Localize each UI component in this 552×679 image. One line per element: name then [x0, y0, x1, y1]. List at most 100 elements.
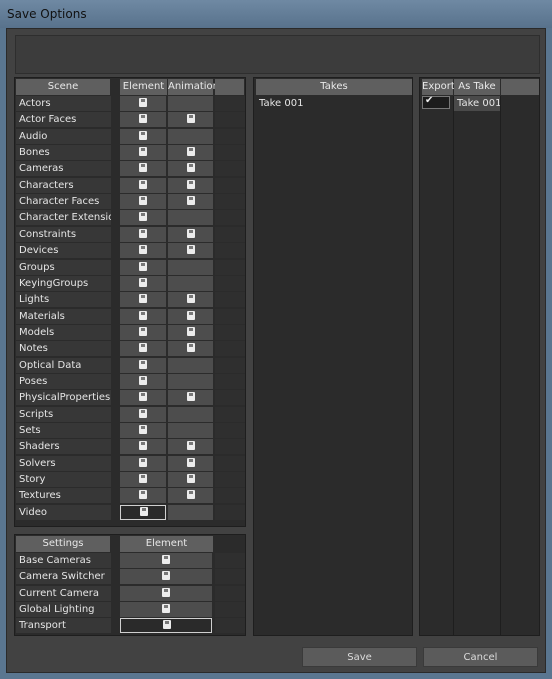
save-file-icon: [187, 229, 195, 238]
save-file-icon: [187, 343, 195, 352]
scene-extra-cell: [215, 325, 245, 340]
settings-element-cell[interactable]: [120, 618, 212, 633]
scene-animation-cell[interactable]: [168, 243, 213, 258]
take-item[interactable]: Take 001: [256, 96, 412, 111]
scene-element-cell[interactable]: [120, 358, 166, 373]
scene-row-label: Story: [16, 472, 111, 487]
scene-animation-cell[interactable]: [168, 390, 213, 405]
scene-element-cell[interactable]: [120, 129, 166, 144]
scene-animation-cell[interactable]: [168, 456, 213, 471]
settings-header: Settings: [16, 536, 111, 552]
scene-element-cell[interactable]: [120, 112, 166, 127]
save-button[interactable]: Save: [302, 647, 417, 667]
scene-element-cell[interactable]: [120, 488, 166, 503]
scene-element-cell[interactable]: [120, 194, 166, 209]
scene-animation-cell[interactable]: [168, 276, 213, 291]
scene-element-cell[interactable]: [120, 210, 166, 225]
settings-element-cell[interactable]: [120, 586, 212, 601]
save-file-icon: [140, 507, 148, 516]
scene-element-cell[interactable]: [120, 178, 166, 193]
check-icon: ✔: [425, 95, 434, 106]
settings-element-cell[interactable]: [120, 569, 212, 584]
scene-row-label: Solvers: [16, 456, 111, 471]
scene-row-label: Textures: [16, 488, 111, 503]
scene-element-cell[interactable]: [120, 472, 166, 487]
scene-animation-cell[interactable]: [168, 309, 213, 324]
scene-animation-cell[interactable]: [168, 145, 213, 160]
settings-extra-cell: [215, 569, 245, 584]
scene-animation-cell[interactable]: [168, 129, 213, 144]
save-file-icon: [139, 229, 147, 238]
scene-animation-cell[interactable]: [168, 292, 213, 307]
scene-panel: Scene Element Animation Actors Actor Face…: [14, 77, 246, 527]
scene-element-cell[interactable]: [120, 439, 166, 454]
scene-animation-cell[interactable]: [168, 178, 213, 193]
scene-element-cell[interactable]: [120, 96, 166, 111]
scene-animation-cell[interactable]: [168, 423, 213, 438]
scene-animation-cell[interactable]: [168, 472, 213, 487]
scene-animation-cell[interactable]: [168, 227, 213, 242]
scene-element-cell[interactable]: [120, 243, 166, 258]
scene-row-label: Character Faces: [16, 194, 111, 209]
scene-extra-cell: [215, 456, 245, 471]
scene-element-cell[interactable]: [120, 390, 166, 405]
extra-column-header: [215, 79, 245, 95]
save-file-icon: [187, 294, 195, 303]
scene-animation-cell[interactable]: [168, 407, 213, 422]
scene-animation-cell[interactable]: [168, 341, 213, 356]
scene-row-label: Devices: [16, 243, 111, 258]
scene-element-cell[interactable]: [120, 325, 166, 340]
scene-element-cell[interactable]: [120, 505, 166, 520]
scene-animation-cell[interactable]: [168, 260, 213, 275]
scene-animation-cell[interactable]: [168, 96, 213, 111]
scene-animation-cell[interactable]: [168, 194, 213, 209]
scene-extra-cell: [215, 260, 245, 275]
scene-header: Scene: [16, 79, 111, 95]
scene-animation-cell[interactable]: [168, 161, 213, 176]
save-file-icon: [187, 114, 195, 123]
scene-element-cell[interactable]: [120, 227, 166, 242]
scene-animation-cell[interactable]: [168, 210, 213, 225]
save-file-icon: [139, 131, 147, 140]
scene-row-label: Shaders: [16, 439, 111, 454]
scene-animation-cell[interactable]: [168, 325, 213, 340]
scene-animation-cell[interactable]: [168, 374, 213, 389]
save-file-icon: [162, 588, 170, 597]
scene-extra-cell: [215, 472, 245, 487]
as-take-cell[interactable]: Take 001: [454, 96, 500, 111]
save-file-icon: [139, 294, 147, 303]
scene-row-label: Actors: [16, 96, 111, 111]
scene-element-cell[interactable]: [120, 341, 166, 356]
settings-element-cell[interactable]: [120, 553, 212, 568]
scene-element-cell[interactable]: [120, 456, 166, 471]
scene-animation-cell[interactable]: [168, 439, 213, 454]
save-file-icon: [187, 163, 195, 172]
save-file-icon: [187, 441, 195, 450]
settings-extra-cell: [215, 553, 245, 568]
scene-row-label: Audio: [16, 129, 111, 144]
save-file-icon: [139, 343, 147, 352]
save-file-icon: [187, 311, 195, 320]
save-file-icon: [139, 490, 147, 499]
scene-animation-cell[interactable]: [168, 488, 213, 503]
scene-animation-cell[interactable]: [168, 358, 213, 373]
scene-element-cell[interactable]: [120, 309, 166, 324]
save-file-icon: [139, 212, 147, 221]
scene-element-cell[interactable]: [120, 276, 166, 291]
scene-element-cell[interactable]: [120, 161, 166, 176]
save-file-icon: [139, 262, 147, 271]
scene-element-cell[interactable]: [120, 407, 166, 422]
scene-animation-cell[interactable]: [168, 112, 213, 127]
scene-element-cell[interactable]: [120, 423, 166, 438]
scene-animation-cell[interactable]: [168, 505, 213, 520]
scene-element-cell[interactable]: [120, 292, 166, 307]
settings-element-cell[interactable]: [120, 602, 212, 617]
scene-element-cell[interactable]: [120, 374, 166, 389]
scene-element-cell[interactable]: [120, 260, 166, 275]
cancel-button[interactable]: Cancel: [423, 647, 538, 667]
export-checkbox[interactable]: ✔: [422, 95, 450, 109]
takes-panel: Takes Take 001: [253, 77, 413, 636]
scene-element-cell[interactable]: [120, 145, 166, 160]
as-take-column-header: As Take ...: [454, 79, 501, 108]
save-file-icon: [187, 474, 195, 483]
